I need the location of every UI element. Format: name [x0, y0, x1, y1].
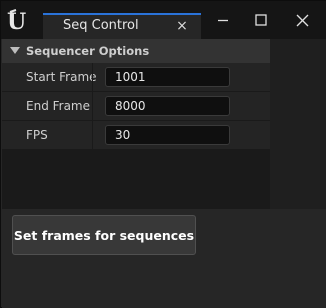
end-frame-input[interactable]	[105, 96, 230, 116]
details-scroll-gutter	[270, 39, 326, 209]
svg-text:U: U	[7, 9, 26, 34]
fps-input[interactable]	[105, 125, 230, 145]
unreal-engine-logo-icon: U	[5, 7, 33, 35]
maximize-icon[interactable]	[249, 9, 273, 31]
end-frame-row: End Frame	[2, 92, 270, 121]
collapse-arrow-icon[interactable]	[10, 47, 20, 54]
seq-control-window: U Seq Control × Sequencer Options Start …	[0, 0, 326, 308]
set-frames-button[interactable]: Set frames for sequences	[12, 215, 196, 255]
close-icon[interactable]	[290, 9, 314, 31]
end-frame-label: End Frame	[26, 99, 91, 113]
title-bar[interactable]: U Seq Control ×	[1, 1, 326, 39]
start-frame-input[interactable]	[105, 67, 230, 87]
row-divider	[92, 121, 93, 150]
fps-label: FPS	[26, 128, 48, 142]
tab-title: Seq Control	[63, 18, 139, 33]
fps-row: FPS	[2, 121, 270, 150]
tab-seq-control[interactable]: Seq Control ×	[43, 13, 201, 39]
minimize-icon[interactable]	[211, 9, 235, 31]
row-divider	[92, 92, 93, 121]
tab-close-icon[interactable]: ×	[174, 17, 190, 35]
details-panel: Start Frame End Frame FPS	[2, 63, 270, 209]
sequencer-options-header[interactable]: Sequencer Options	[2, 39, 270, 63]
section-title: Sequencer Options	[26, 44, 150, 58]
row-divider	[92, 63, 93, 92]
start-frame-label: Start Frame	[26, 70, 97, 84]
start-frame-row: Start Frame	[2, 63, 270, 92]
